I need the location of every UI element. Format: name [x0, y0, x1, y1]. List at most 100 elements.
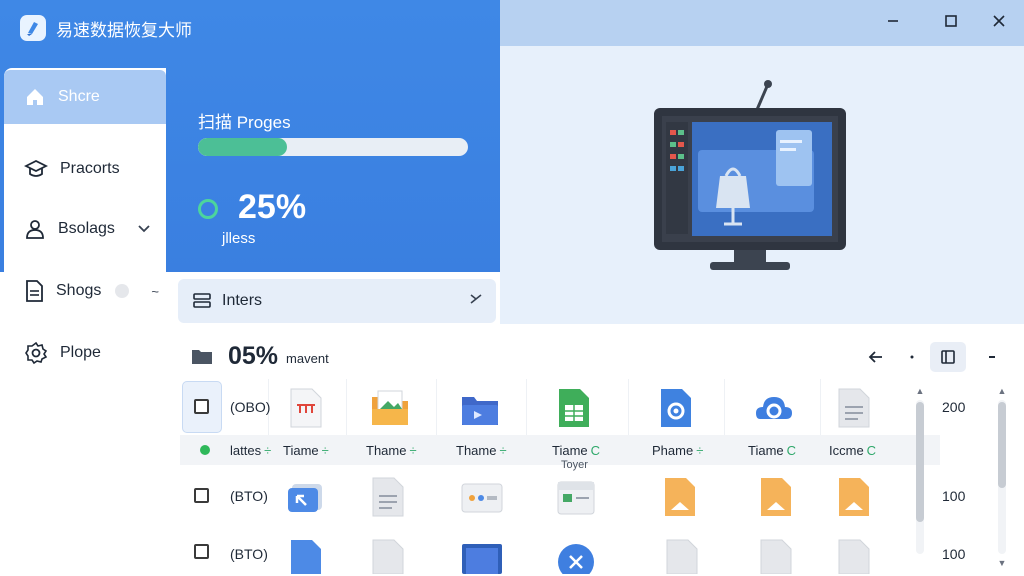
- progress-subtext: jlless: [222, 230, 256, 247]
- sidebar-item-label: Plope: [60, 344, 101, 361]
- sidebar-item-label: Pracorts: [60, 160, 120, 177]
- app-logo-icon: [20, 15, 46, 41]
- scan-percent: 05%: [228, 341, 279, 370]
- sidebar-item-plope[interactable]: Plope: [4, 326, 166, 380]
- scroll-up-icon[interactable]: ▲: [912, 384, 928, 398]
- file-label[interactable]: Tiame C: [748, 443, 796, 458]
- spreadsheet-icon[interactable]: [556, 387, 592, 429]
- minus-button[interactable]: [974, 342, 1010, 372]
- app-title: 易速数据恢复大师: [56, 20, 192, 40]
- progress-bar-fill: [198, 138, 288, 156]
- file-label[interactable]: Thame ÷: [366, 443, 417, 458]
- sidebar-item-bsolags[interactable]: Bsolags: [4, 202, 166, 256]
- file-labels-row: lattes ÷ Tiame ÷ Thame ÷ Thame ÷ Tiame C Pham…: [180, 435, 940, 465]
- file-label[interactable]: Thame ÷: [456, 443, 507, 458]
- copy-icon: [941, 350, 955, 364]
- text-document-icon[interactable]: [664, 532, 700, 574]
- file-toolbar: 05% mavent: [190, 338, 1010, 374]
- file-label[interactable]: Tiame C: [552, 443, 600, 458]
- dot-icon: [910, 355, 914, 359]
- orange-document-icon[interactable]: [836, 476, 872, 518]
- app-title-bar: 易速数据恢复大师: [20, 14, 192, 42]
- sidebar-item-label: Shogs: [56, 282, 102, 299]
- progress-bar: [198, 138, 468, 156]
- inner-scrollbar[interactable]: ▲: [912, 384, 928, 570]
- table-row[interactable]: (BTO) 100: [180, 524, 990, 576]
- row-checkbox[interactable]: [194, 399, 209, 414]
- scroll-up-icon[interactable]: ▲: [994, 384, 1010, 398]
- minus-icon: [989, 356, 995, 358]
- scrollbar-thumb[interactable]: [916, 402, 924, 522]
- inters-dropdown[interactable]: Inters: [178, 279, 496, 323]
- blue-circle-icon[interactable]: [556, 532, 596, 574]
- file-label[interactable]: Iccme C: [829, 443, 876, 458]
- sidebar-item-suffix: ~: [151, 283, 159, 299]
- sidebar-item-pracorts[interactable]: Pracorts: [4, 142, 166, 196]
- cloud-settings-icon[interactable]: [754, 387, 794, 429]
- row-checkbox[interactable]: [194, 488, 209, 503]
- folder-image-icon[interactable]: [370, 387, 410, 429]
- document-icon: [26, 280, 43, 302]
- hero-panel: [500, 0, 1024, 324]
- collapse-chevron-icon: [470, 294, 482, 304]
- minimize-button[interactable]: [878, 8, 908, 34]
- file-label[interactable]: Tiame ÷: [283, 443, 329, 458]
- maximize-button[interactable]: [936, 8, 966, 34]
- row-code: (BTO): [230, 488, 268, 504]
- progress-percent: 25%: [238, 188, 307, 226]
- scroll-down-icon[interactable]: ▼: [994, 556, 1010, 570]
- status-dot-icon: [200, 445, 210, 455]
- folder-icon: [192, 350, 212, 364]
- file-label[interactable]: Phame ÷: [652, 443, 703, 458]
- row-code: (OBO): [230, 399, 271, 415]
- more-dot-button[interactable]: [902, 342, 922, 372]
- text-document-icon[interactable]: [370, 532, 406, 574]
- table-row[interactable]: (BTO) 100: [180, 468, 990, 524]
- close-button[interactable]: [984, 8, 1014, 34]
- monitor-illustration-icon: [654, 80, 846, 270]
- sidebar-item-label: Shcre: [58, 88, 100, 105]
- orange-document-icon[interactable]: [758, 476, 794, 518]
- minimize-icon: [888, 20, 898, 22]
- blue-folder-icon[interactable]: [460, 387, 500, 429]
- toggle-indicator[interactable]: [115, 284, 130, 298]
- scrollbar-thumb[interactable]: [998, 402, 1006, 488]
- sidebar-item-shogs[interactable]: Shogs ~: [4, 264, 166, 318]
- table-row[interactable]: (OBO) 200: [180, 379, 990, 435]
- settings-document-icon[interactable]: [658, 387, 694, 429]
- main-scrollbar[interactable]: ▲ ▼: [994, 384, 1010, 570]
- inters-label: Inters: [222, 292, 263, 309]
- progress-title: 扫描 Proges: [198, 113, 291, 132]
- blue-window-icon[interactable]: [460, 532, 504, 574]
- blue-document-icon[interactable]: [288, 532, 324, 574]
- gear-icon: [25, 341, 48, 365]
- text-document-icon[interactable]: [370, 476, 406, 518]
- maximize-icon: [945, 15, 957, 27]
- row-size: 100: [942, 546, 966, 562]
- chevron-down-icon: [138, 225, 150, 233]
- window-document-icon[interactable]: [460, 476, 504, 518]
- arrow-left-icon: [868, 351, 882, 363]
- text-document-icon[interactable]: [836, 387, 872, 429]
- sidebar-item-label: Bsolags: [58, 220, 115, 237]
- text-document-icon[interactable]: [836, 532, 872, 574]
- back-button[interactable]: [858, 342, 894, 372]
- user-icon: [26, 220, 44, 239]
- shortcut-app-icon[interactable]: [286, 476, 326, 518]
- toolbar-label: mavent: [286, 350, 329, 366]
- list-icon: [193, 293, 211, 308]
- file-label[interactable]: lattes ÷: [230, 443, 271, 458]
- toolbar-actions: [858, 342, 1010, 372]
- folder-document-icon[interactable]: [556, 476, 596, 518]
- close-icon: [993, 15, 1005, 27]
- graduation-cap-icon: [24, 159, 48, 177]
- orange-document-icon[interactable]: [662, 476, 698, 518]
- home-icon: [27, 89, 43, 105]
- row-code: (BTO): [230, 546, 268, 562]
- sidebar-item-shcre[interactable]: Shcre: [4, 70, 166, 124]
- document-red-icon[interactable]: [288, 387, 324, 429]
- row-checkbox[interactable]: [194, 544, 209, 559]
- status-ring-icon: [198, 199, 218, 219]
- text-document-icon[interactable]: [758, 532, 794, 574]
- copy-button[interactable]: [930, 342, 966, 372]
